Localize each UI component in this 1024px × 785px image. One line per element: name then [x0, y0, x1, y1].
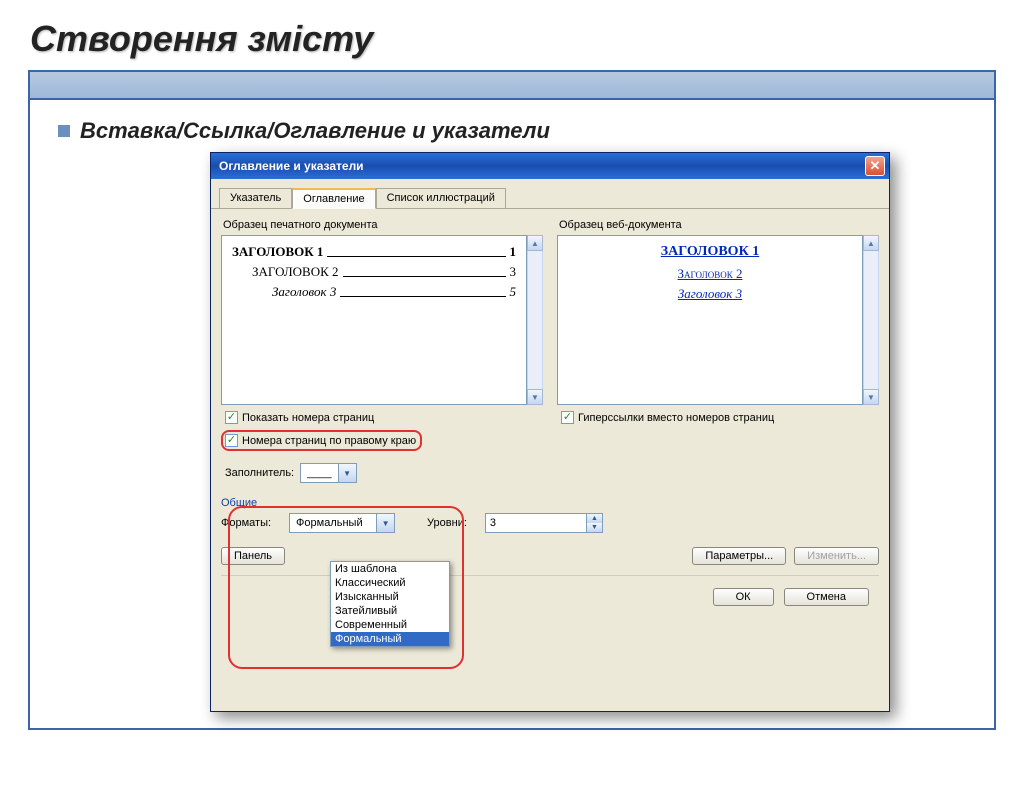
params-button[interactable]: Параметры... [692, 547, 786, 565]
panel-button[interactable]: Панель [221, 547, 285, 565]
bullet-row: Вставка/Ссылка/Оглавление и указатели [58, 118, 994, 144]
formats-value: Формальный [290, 517, 376, 529]
levels-spinner[interactable]: 3 ▲ ▼ [485, 513, 603, 533]
tab-index[interactable]: Указатель [219, 188, 292, 209]
toc-web-h1[interactable]: ЗАГОЛОВОК 1 [661, 244, 759, 259]
levels-down-icon[interactable]: ▼ [586, 523, 602, 532]
fill-dropdown-icon[interactable]: ▼ [338, 464, 356, 482]
web-scroll-up[interactable]: ▲ [863, 235, 879, 251]
chk-show-pages-label: Показать номера страниц [242, 412, 374, 424]
chk-hyperlinks[interactable]: ✓ [561, 411, 574, 424]
tab-toc[interactable]: Оглавление [292, 188, 375, 209]
print-scroll-up[interactable]: ▲ [527, 235, 543, 251]
formats-dropdown-icon[interactable]: ▼ [376, 514, 394, 532]
print-preview-label: Образец печатного документа [223, 219, 543, 231]
web-scroll-track[interactable] [863, 251, 879, 389]
formats-combo[interactable]: Формальный ▼ [289, 513, 395, 533]
toc-print-h1-page: 1 [510, 244, 517, 260]
toc-print-h3-page: 5 [510, 284, 517, 300]
format-option-modern[interactable]: Современный [331, 618, 449, 632]
ok-button[interactable]: ОК [713, 588, 774, 606]
web-scroll-down[interactable]: ▼ [863, 389, 879, 405]
format-option-ornate[interactable]: Затейливый [331, 604, 449, 618]
format-option-classic[interactable]: Классический [331, 576, 449, 590]
web-preview: ЗАГОЛОВОК 1 Заголовок 2 Заголовок 3 [557, 235, 863, 405]
chk-right-align[interactable]: ✓ [225, 434, 238, 447]
bullet-text: Вставка/Ссылка/Оглавление и указатели [80, 118, 550, 144]
toc-print-h2-page: 3 [510, 264, 517, 280]
chk-right-align-label: Номера страниц по правому краю [242, 435, 416, 447]
dialog-title: Оглавление и указатели [219, 159, 865, 173]
print-preview: ЗАГОЛОВОК 1 1 ЗАГОЛОВОК 2 3 Заголовок 3 [221, 235, 527, 405]
web-preview-label: Образец веб-документа [559, 219, 879, 231]
dialog-titlebar[interactable]: Оглавление и указатели ✕ [211, 153, 889, 179]
toc-web-h2[interactable]: Заголовок 2 [678, 266, 743, 281]
levels-value: 3 [486, 514, 586, 532]
formats-dropdown-list[interactable]: Из шаблона Классический Изысканный Затей… [330, 561, 450, 647]
slide-title: Створення змісту [30, 18, 1024, 60]
print-scroll-down[interactable]: ▼ [527, 389, 543, 405]
tabstrip: Указатель Оглавление Список иллюстраций [211, 179, 889, 209]
format-option-fancy[interactable]: Изысканный [331, 590, 449, 604]
toc-print-h1: ЗАГОЛОВОК 1 [232, 244, 323, 260]
chk-show-pages[interactable]: ✓ [225, 411, 238, 424]
cancel-button[interactable]: Отмена [784, 588, 869, 606]
fill-value: ____ [301, 467, 337, 479]
formats-label: Форматы: [221, 517, 271, 529]
toc-print-h2: ЗАГОЛОВОК 2 [252, 264, 339, 280]
toc-print-h3: Заголовок 3 [272, 284, 336, 300]
frame-topbar [30, 72, 994, 100]
print-scroll-track[interactable] [527, 251, 543, 389]
bullet-icon [58, 125, 70, 137]
toc-web-h3[interactable]: Заголовок 3 [678, 286, 742, 301]
fill-label: Заполнитель: [225, 467, 294, 479]
general-label: Общие [221, 497, 879, 509]
levels-label: Уровни: [427, 517, 467, 529]
tab-illustrations[interactable]: Список иллюстраций [376, 188, 506, 209]
format-option-formal[interactable]: Формальный [331, 632, 449, 646]
chk-hyperlinks-label: Гиперссылки вместо номеров страниц [578, 412, 774, 424]
modify-button: Изменить... [794, 547, 879, 565]
levels-up-icon[interactable]: ▲ [586, 514, 602, 523]
slide-frame: Вставка/Ссылка/Оглавление и указатели Ог… [28, 70, 996, 730]
toc-dialog: Оглавление и указатели ✕ Указатель Оглав… [210, 152, 890, 712]
close-button[interactable]: ✕ [865, 156, 885, 176]
format-option-template[interactable]: Из шаблона [331, 562, 449, 576]
fill-combo[interactable]: ____ ▼ [300, 463, 356, 483]
